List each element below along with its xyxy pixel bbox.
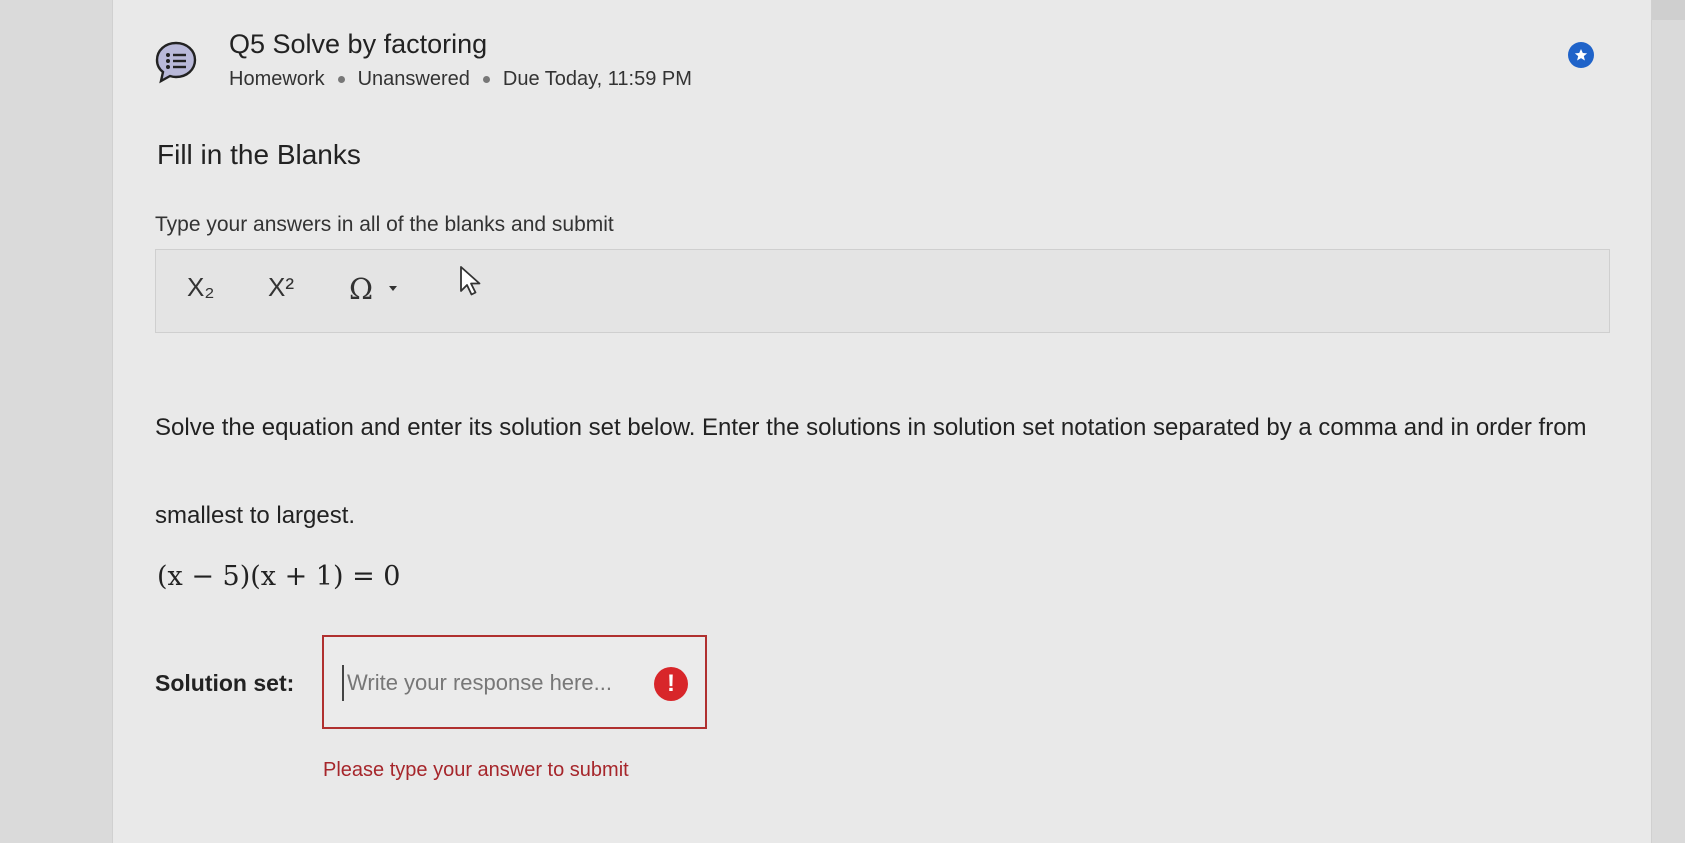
solution-set-input[interactable] xyxy=(342,665,644,701)
right-gutter-top xyxy=(1650,0,1685,20)
flag-question-button[interactable] xyxy=(1568,42,1594,68)
question-title: Q5 Solve by factoring xyxy=(229,29,488,59)
question-meta: Homework Unanswered Due Today, 11:59 PM xyxy=(229,68,692,91)
superscript-button[interactable]: X² xyxy=(268,272,294,303)
star-icon xyxy=(1574,49,1588,61)
response-box: ! xyxy=(322,635,707,729)
chevron-down-icon xyxy=(389,286,397,291)
meta-separator xyxy=(337,76,345,83)
left-gutter xyxy=(0,0,112,843)
right-gutter xyxy=(1650,0,1685,843)
error-message: Please type your answer to submit xyxy=(323,759,629,781)
special-characters-button[interactable]: Ω xyxy=(349,272,373,306)
equation: (x − 5)(x + 1) = 0 xyxy=(157,561,401,592)
list-chat-icon xyxy=(154,40,198,84)
solution-set-label: Solution set: xyxy=(155,670,295,696)
subscript-button[interactable]: X₂ xyxy=(187,272,214,303)
problem-text: Solve the equation and enter its solutio… xyxy=(155,414,1587,529)
meta-due-date: Due Today, 11:59 PM xyxy=(502,68,692,90)
mouse-pointer-icon xyxy=(460,266,481,296)
error-icon: ! xyxy=(654,667,688,701)
section-title: Fill in the Blanks xyxy=(157,139,361,170)
editor-toolbar: X₂ X² Ω xyxy=(155,249,1610,333)
meta-type: Homework xyxy=(229,68,325,90)
meta-status: Unanswered xyxy=(357,68,470,90)
meta-separator xyxy=(482,76,490,83)
section-instruction: Type your answers in all of the blanks a… xyxy=(155,213,614,236)
